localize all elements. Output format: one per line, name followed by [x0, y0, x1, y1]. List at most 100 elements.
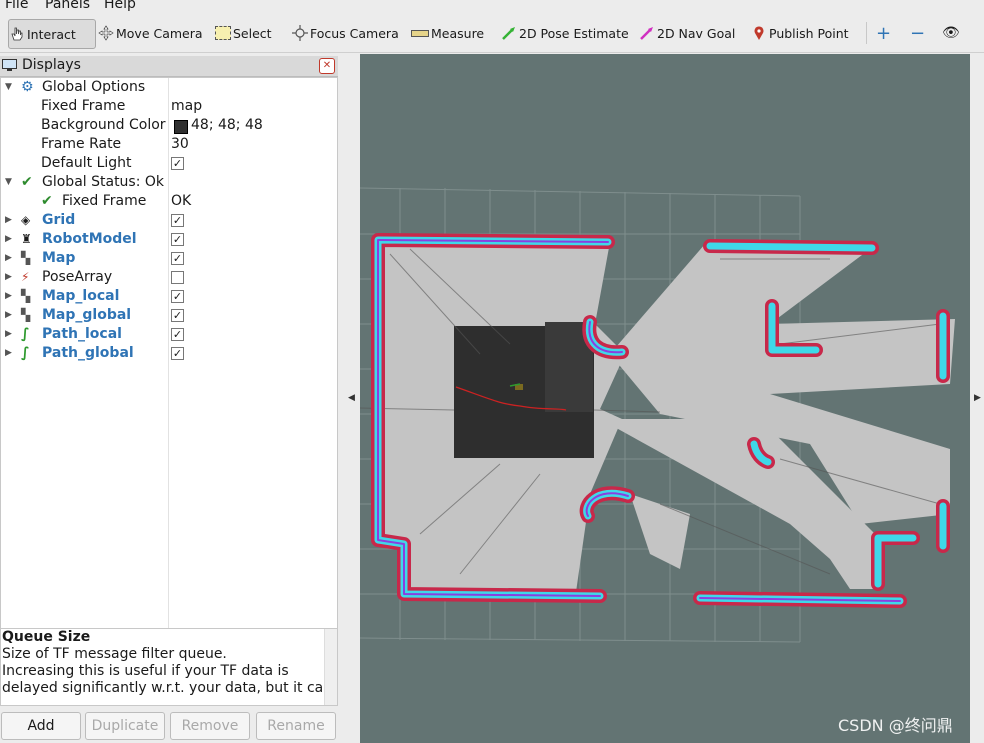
move-camera-label: Move Camera [116, 25, 203, 41]
move-camera-icon [98, 25, 114, 41]
description-scrollbar[interactable] [324, 629, 337, 705]
toolbar: Interact Move Camera Select Focus Camera… [0, 14, 984, 53]
display-item-path-global[interactable]: ▶ ∫ Path_global ✓ [1, 344, 337, 363]
render-viewport[interactable]: CSDN @终问鼎 [360, 54, 970, 743]
display-item-checkbox[interactable]: ✓ [171, 214, 184, 227]
eye-icon: 👁 [942, 25, 960, 41]
displays-title: Displays [22, 57, 81, 73]
gear-icon: ⚙ [21, 79, 34, 95]
nav-goal-button[interactable]: 2D Nav Goal [639, 19, 735, 47]
collapsed-arrow-icon[interactable]: ▶ [5, 287, 12, 306]
display-item-checkbox[interactable]: ✓ [171, 233, 184, 246]
display-item-map[interactable]: ▶ ▚ Map ✓ [1, 249, 337, 268]
check-icon: ✔ [41, 193, 53, 209]
duplicate-button[interactable]: Duplicate [85, 712, 165, 740]
collapsed-arrow-icon[interactable]: ▶ [5, 344, 12, 363]
remove-button[interactable]: Remove [170, 712, 250, 740]
watermark: CSDN @终问鼎 [838, 716, 953, 735]
display-item-grid[interactable]: ▶ ◈ Grid ✓ [1, 211, 337, 230]
collapsed-arrow-icon[interactable]: ▶ [5, 268, 12, 287]
nav-goal-label: 2D Nav Goal [657, 25, 736, 41]
description-line: Increasing this is useful if your TF dat… [2, 663, 289, 679]
expanded-arrow-icon[interactable]: ▼ [5, 173, 12, 192]
measure-label: Measure [431, 25, 485, 41]
global-options-row[interactable]: ▼ ⚙ Global Options [1, 78, 337, 97]
add-tool-button[interactable]: + [876, 19, 891, 47]
collapse-left-arrow-icon[interactable]: ◀ [348, 393, 355, 403]
frame-rate-row[interactable]: Frame Rate 30 [1, 135, 337, 154]
minus-icon: − [910, 22, 926, 44]
display-item-checkbox[interactable]: ✓ [171, 309, 184, 322]
description-title: Queue Size [2, 629, 91, 645]
select-button[interactable]: Select [215, 19, 272, 47]
path-icon: ∫ [21, 345, 30, 361]
view-menu-button[interactable]: 👁 [942, 19, 960, 47]
menu-file[interactable]: File [5, 0, 28, 12]
display-item-label: Path_local [42, 326, 122, 342]
monitor-icon [2, 59, 17, 71]
color-swatch[interactable] [174, 120, 188, 134]
menu-help[interactable]: Help [104, 0, 136, 12]
default-light-row[interactable]: Default Light ✓ [1, 154, 337, 173]
robot-icon: ♜ [21, 232, 32, 246]
pose-estimate-label: 2D Pose Estimate [519, 25, 629, 41]
remove-tool-button[interactable]: − [910, 19, 925, 47]
display-item-checkbox[interactable]: ✓ [171, 347, 184, 360]
display-item-checkbox[interactable] [171, 271, 184, 284]
status-fixed-frame-row[interactable]: ✔ Fixed Frame OK [1, 192, 337, 211]
collapsed-arrow-icon[interactable]: ▶ [5, 325, 12, 344]
rename-button[interactable]: Rename [256, 712, 336, 740]
move-camera-button[interactable]: Move Camera [98, 19, 203, 47]
fixed-frame-value[interactable]: map [171, 97, 202, 116]
path-icon: ∫ [21, 326, 30, 342]
display-item-checkbox[interactable]: ✓ [171, 252, 184, 265]
background-color-row[interactable]: Background Color 48; 48; 48 [1, 116, 337, 135]
magenta-arrow-icon [640, 27, 653, 40]
collapsed-arrow-icon[interactable]: ▶ [5, 306, 12, 325]
menu-panels[interactable]: Panels [45, 0, 90, 12]
interact-label: Interact [27, 26, 76, 42]
measure-button[interactable]: Measure [411, 19, 484, 47]
display-item-checkbox[interactable]: ✓ [171, 290, 184, 303]
description-line: delayed significantly w.r.t. your data, … [2, 680, 333, 696]
menu-bar: File Panels Help [0, 0, 984, 14]
expanded-arrow-icon[interactable]: ▼ [5, 78, 12, 97]
display-item-map-local[interactable]: ▶ ▚ Map_local ✓ [1, 287, 337, 306]
ruler-icon [411, 29, 429, 37]
pose-estimate-button[interactable]: 2D Pose Estimate [501, 19, 629, 47]
display-item-posearray[interactable]: ▶ ⚡ PoseArray [1, 268, 337, 287]
publish-point-button[interactable]: Publish Point [751, 19, 849, 47]
collapsed-arrow-icon[interactable]: ▶ [5, 230, 12, 249]
check-icon: ✔ [21, 174, 33, 190]
collapsed-arrow-icon[interactable]: ▶ [5, 249, 12, 268]
interact-button[interactable]: Interact [8, 19, 96, 49]
frame-rate-value[interactable]: 30 [171, 135, 189, 154]
display-item-robotmodel[interactable]: ▶ ♜ RobotModel ✓ [1, 230, 337, 249]
display-buttons: Add Duplicate Remove Rename [0, 712, 338, 740]
hand-cursor-icon [11, 27, 23, 41]
map-visualization [360, 187, 955, 643]
background-color-value[interactable]: 48; 48; 48 [191, 116, 263, 135]
map-icon: ▚ [21, 308, 31, 322]
display-item-path-local[interactable]: ▶ ∫ Path_local ✓ [1, 325, 337, 344]
fixed-frame-label: Fixed Frame [41, 98, 126, 114]
focus-camera-button[interactable]: Focus Camera [292, 19, 399, 47]
display-item-label: Map_local [42, 288, 120, 304]
pose-array-icon: ⚡ [21, 270, 30, 284]
fixed-frame-row[interactable]: Fixed Frame map [1, 97, 337, 116]
display-item-checkbox[interactable]: ✓ [171, 328, 184, 341]
collapsed-arrow-icon[interactable]: ▶ [5, 211, 12, 230]
default-light-checkbox[interactable]: ✓ [171, 157, 184, 170]
global-status-label: Global Status: Ok [42, 174, 165, 190]
global-status-row[interactable]: ▼ ✔ Global Status: Ok [1, 173, 337, 192]
frame-rate-label: Frame Rate [41, 136, 122, 152]
close-icon[interactable]: ✕ [319, 58, 335, 74]
collapse-right-arrow-icon[interactable]: ▶ [974, 393, 981, 403]
display-item-map-global[interactable]: ▶ ▚ Map_global ✓ [1, 306, 337, 325]
add-button[interactable]: Add [1, 712, 81, 740]
display-item-label: RobotModel [42, 231, 137, 247]
global-options-label: Global Options [42, 79, 146, 95]
displays-panel: Displays ✕ ▼ ⚙ Global Options Fixed Fram… [0, 54, 338, 743]
status-ok-value: OK [171, 193, 192, 209]
displays-tree[interactable]: ▼ ⚙ Global Options Fixed Frame map Backg… [0, 77, 338, 675]
